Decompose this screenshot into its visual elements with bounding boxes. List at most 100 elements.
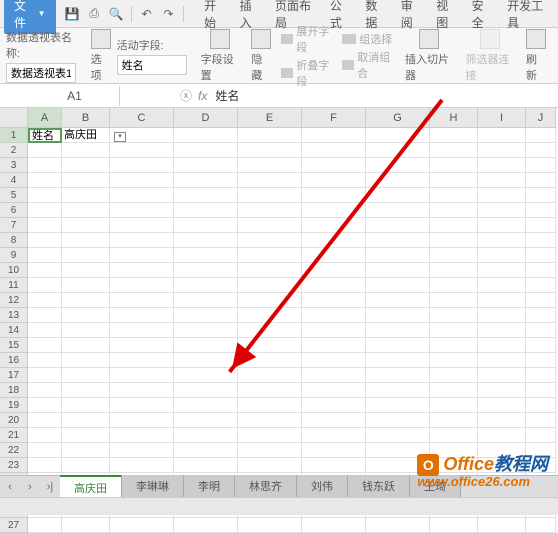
- row-header[interactable]: 19: [0, 398, 28, 413]
- row-header[interactable]: 16: [0, 353, 28, 368]
- cell[interactable]: [526, 518, 556, 533]
- cell[interactable]: [526, 158, 556, 173]
- row-header[interactable]: 2: [0, 143, 28, 158]
- cell[interactable]: [62, 278, 110, 293]
- cell[interactable]: [174, 263, 238, 278]
- cell[interactable]: [110, 173, 174, 188]
- cell[interactable]: [302, 278, 366, 293]
- cell[interactable]: [366, 128, 430, 143]
- cell[interactable]: [238, 368, 302, 383]
- cell[interactable]: [174, 458, 238, 473]
- cell[interactable]: [526, 218, 556, 233]
- cell[interactable]: [174, 293, 238, 308]
- row-header[interactable]: 18: [0, 383, 28, 398]
- cell[interactable]: [174, 188, 238, 203]
- cell[interactable]: 姓名: [28, 128, 62, 143]
- row-header[interactable]: 7: [0, 218, 28, 233]
- cell[interactable]: [302, 143, 366, 158]
- cell[interactable]: [28, 233, 62, 248]
- cell[interactable]: [430, 248, 478, 263]
- cell[interactable]: [62, 428, 110, 443]
- row-header[interactable]: 12: [0, 293, 28, 308]
- undo-icon[interactable]: ↶: [139, 5, 155, 23]
- cell[interactable]: [430, 458, 478, 473]
- cell[interactable]: [110, 353, 174, 368]
- cell[interactable]: [62, 158, 110, 173]
- cell[interactable]: [28, 458, 62, 473]
- cell[interactable]: [238, 398, 302, 413]
- cell[interactable]: [302, 413, 366, 428]
- formula-value[interactable]: 姓名: [215, 87, 239, 104]
- cell[interactable]: [526, 143, 556, 158]
- cell[interactable]: [526, 458, 556, 473]
- cell[interactable]: [62, 293, 110, 308]
- cell[interactable]: [430, 293, 478, 308]
- cell[interactable]: [478, 353, 526, 368]
- cell[interactable]: [174, 158, 238, 173]
- cell[interactable]: [110, 443, 174, 458]
- cell[interactable]: [238, 278, 302, 293]
- cell[interactable]: [238, 158, 302, 173]
- cell[interactable]: [366, 158, 430, 173]
- cell[interactable]: [110, 518, 174, 533]
- print-icon[interactable]: ⎙: [86, 5, 102, 23]
- cell[interactable]: [478, 218, 526, 233]
- cell[interactable]: [62, 218, 110, 233]
- cell[interactable]: [110, 428, 174, 443]
- cell[interactable]: [238, 173, 302, 188]
- cell[interactable]: [110, 413, 174, 428]
- cell[interactable]: [174, 518, 238, 533]
- row-header[interactable]: 1: [0, 128, 28, 143]
- cell[interactable]: [238, 518, 302, 533]
- redo-icon[interactable]: ↷: [161, 5, 177, 23]
- cell[interactable]: [430, 188, 478, 203]
- cell[interactable]: [478, 263, 526, 278]
- cell[interactable]: [302, 218, 366, 233]
- cell[interactable]: [62, 413, 110, 428]
- cell[interactable]: [478, 188, 526, 203]
- column-header[interactable]: A: [28, 108, 62, 128]
- cell[interactable]: [302, 368, 366, 383]
- cell[interactable]: [238, 248, 302, 263]
- cell[interactable]: [110, 308, 174, 323]
- horizontal-scrollbar[interactable]: [0, 497, 558, 515]
- cell[interactable]: [302, 263, 366, 278]
- cell[interactable]: [62, 188, 110, 203]
- row-header[interactable]: 9: [0, 248, 28, 263]
- cell[interactable]: [478, 203, 526, 218]
- cell[interactable]: [302, 173, 366, 188]
- cell[interactable]: [238, 353, 302, 368]
- active-field-input[interactable]: [117, 55, 187, 75]
- cell[interactable]: [366, 188, 430, 203]
- cell[interactable]: [174, 413, 238, 428]
- cell[interactable]: [526, 233, 556, 248]
- cell[interactable]: [238, 458, 302, 473]
- column-header[interactable]: G: [366, 108, 430, 128]
- cell[interactable]: [62, 323, 110, 338]
- fx-icon[interactable]: ⓧ: [180, 87, 192, 104]
- cell[interactable]: [478, 143, 526, 158]
- cell[interactable]: [302, 233, 366, 248]
- cell[interactable]: [526, 278, 556, 293]
- cell[interactable]: [62, 173, 110, 188]
- cell[interactable]: [28, 428, 62, 443]
- cell[interactable]: [526, 188, 556, 203]
- cell[interactable]: [430, 383, 478, 398]
- cell[interactable]: [110, 338, 174, 353]
- cell[interactable]: [28, 293, 62, 308]
- cell[interactable]: [526, 248, 556, 263]
- column-header[interactable]: E: [238, 108, 302, 128]
- cell[interactable]: [302, 398, 366, 413]
- cell[interactable]: [302, 338, 366, 353]
- cell[interactable]: [478, 443, 526, 458]
- row-header[interactable]: 3: [0, 158, 28, 173]
- cell[interactable]: [62, 308, 110, 323]
- cell[interactable]: [62, 443, 110, 458]
- sheet-tab[interactable]: 王琦: [410, 475, 461, 499]
- cell[interactable]: [28, 203, 62, 218]
- cell[interactable]: [238, 428, 302, 443]
- cell[interactable]: [366, 443, 430, 458]
- cell[interactable]: [62, 518, 110, 533]
- cell[interactable]: [526, 443, 556, 458]
- options-button[interactable]: 选项: [85, 27, 117, 85]
